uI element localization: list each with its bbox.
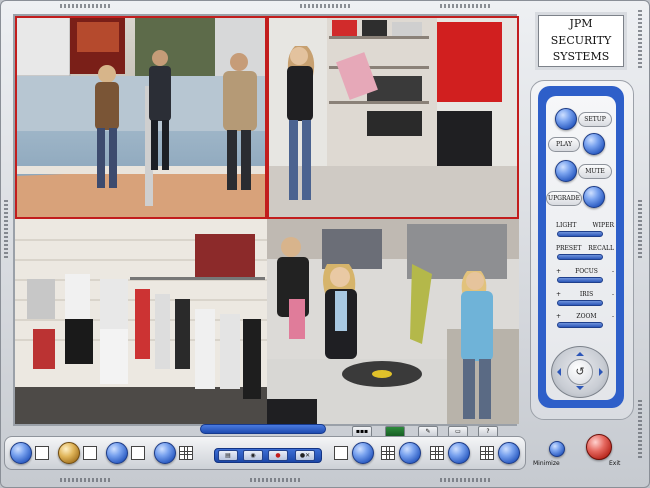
layout-10-icon[interactable]: [381, 446, 395, 460]
preset-label: PRESET: [556, 245, 582, 252]
light-wiper-slider[interactable]: [557, 231, 603, 237]
brand-line-1: JPM SECURITY: [550, 17, 612, 47]
mute-button[interactable]: MUTE: [578, 164, 612, 179]
layout-16-icon[interactable]: [480, 446, 494, 460]
upgrade-orb-button[interactable]: [583, 186, 605, 208]
vent-grille: [250, 478, 300, 482]
camera-feed-3[interactable]: [15, 219, 267, 424]
layout-16-orb-button[interactable]: [498, 442, 520, 464]
ptz-down-arrow-icon[interactable]: [576, 386, 584, 394]
focus-label: + FOCUS -: [556, 268, 614, 275]
zoom-text: ZOOM: [576, 313, 597, 320]
focus-text: FOCUS: [575, 268, 598, 275]
vent-grille: [638, 10, 642, 70]
iris-text: IRIS: [579, 291, 594, 298]
vent-grille: [440, 4, 490, 8]
iris-minus: -: [611, 291, 614, 298]
camera-icon[interactable]: ◉: [243, 450, 263, 461]
layout-1x1-icon[interactable]: [35, 446, 49, 460]
camera-feed-2[interactable]: [267, 16, 519, 219]
minimize-button[interactable]: [549, 441, 565, 457]
layout-8-orb-button[interactable]: [352, 442, 374, 464]
play-button[interactable]: PLAY: [548, 137, 580, 152]
layout-4-orb-button[interactable]: [58, 442, 80, 464]
camera-2-scene: [267, 16, 519, 219]
ptz-right-arrow-icon[interactable]: [599, 368, 607, 376]
camera-1-scene: [15, 16, 267, 219]
minimize-label: Minimize: [533, 460, 560, 467]
ptz-center-button[interactable]: ↺: [567, 359, 593, 385]
iris-plus: +: [556, 291, 562, 298]
layout-10-orb-button[interactable]: [399, 442, 421, 464]
focus-slider[interactable]: [557, 277, 603, 283]
camera-4-scene: [267, 219, 519, 424]
zoom-plus: +: [556, 313, 562, 320]
focus-plus: +: [556, 268, 562, 275]
layout-13-orb-button[interactable]: [448, 442, 470, 464]
record-icon[interactable]: ●: [268, 450, 288, 461]
layout-8-icon[interactable]: [334, 446, 348, 460]
camera-3-scene: [15, 219, 267, 424]
preset-recall-label: PRESET RECALL: [556, 245, 614, 252]
vent-grille: [440, 478, 490, 482]
vent-grille: [60, 4, 110, 8]
layout-3x3-icon[interactable]: [179, 446, 193, 460]
wiper-label: WIPER: [592, 222, 614, 229]
layout-13-icon[interactable]: [430, 446, 444, 460]
brand-logo: JPM SECURITY SYSTEMS: [535, 12, 627, 70]
zoom-slider[interactable]: [557, 322, 603, 328]
focus-minus: -: [611, 268, 614, 275]
ptz-left-arrow-icon[interactable]: [553, 368, 561, 376]
layout-2x2-icon[interactable]: [83, 446, 97, 460]
setup-orb-button[interactable]: [555, 108, 577, 130]
light-label: LIGHT: [556, 222, 577, 229]
camera-feed-1[interactable]: [15, 16, 267, 219]
vent-grille: [638, 400, 642, 460]
upgrade-button[interactable]: UPGRADE: [546, 191, 582, 206]
layout-1-orb-button[interactable]: [10, 442, 32, 464]
file-icon[interactable]: ▤: [218, 450, 238, 461]
vent-grille: [300, 4, 350, 8]
playback-tray: [200, 424, 326, 434]
recall-label: RECALL: [588, 245, 614, 252]
vent-grille: [638, 200, 642, 260]
vent-grille: [4, 200, 8, 260]
power-button[interactable]: [586, 434, 612, 460]
brand-line-2: SYSTEMS: [552, 50, 610, 64]
exit-label: Exit: [609, 460, 621, 467]
camera-feed-4[interactable]: [267, 219, 519, 424]
zoom-minus: -: [611, 313, 614, 320]
layout-6-orb-button[interactable]: [106, 442, 128, 464]
layout-6-icon[interactable]: [131, 446, 145, 460]
mute-orb-button[interactable]: [555, 160, 577, 182]
iris-slider[interactable]: [557, 300, 603, 306]
ptz-up-arrow-icon[interactable]: [576, 348, 584, 356]
play-orb-button[interactable]: [583, 133, 605, 155]
stop-record-icon[interactable]: ●✕: [295, 450, 315, 461]
preset-recall-slider[interactable]: [557, 254, 603, 260]
camera-grid: [13, 14, 519, 426]
setup-button[interactable]: SETUP: [578, 112, 612, 127]
light-wiper-label: LIGHT WIPER: [556, 222, 614, 229]
iris-label: + IRIS -: [556, 291, 614, 298]
zoom-label: + ZOOM -: [556, 313, 614, 320]
layout-9-orb-button[interactable]: [154, 442, 176, 464]
vent-grille: [60, 478, 110, 482]
